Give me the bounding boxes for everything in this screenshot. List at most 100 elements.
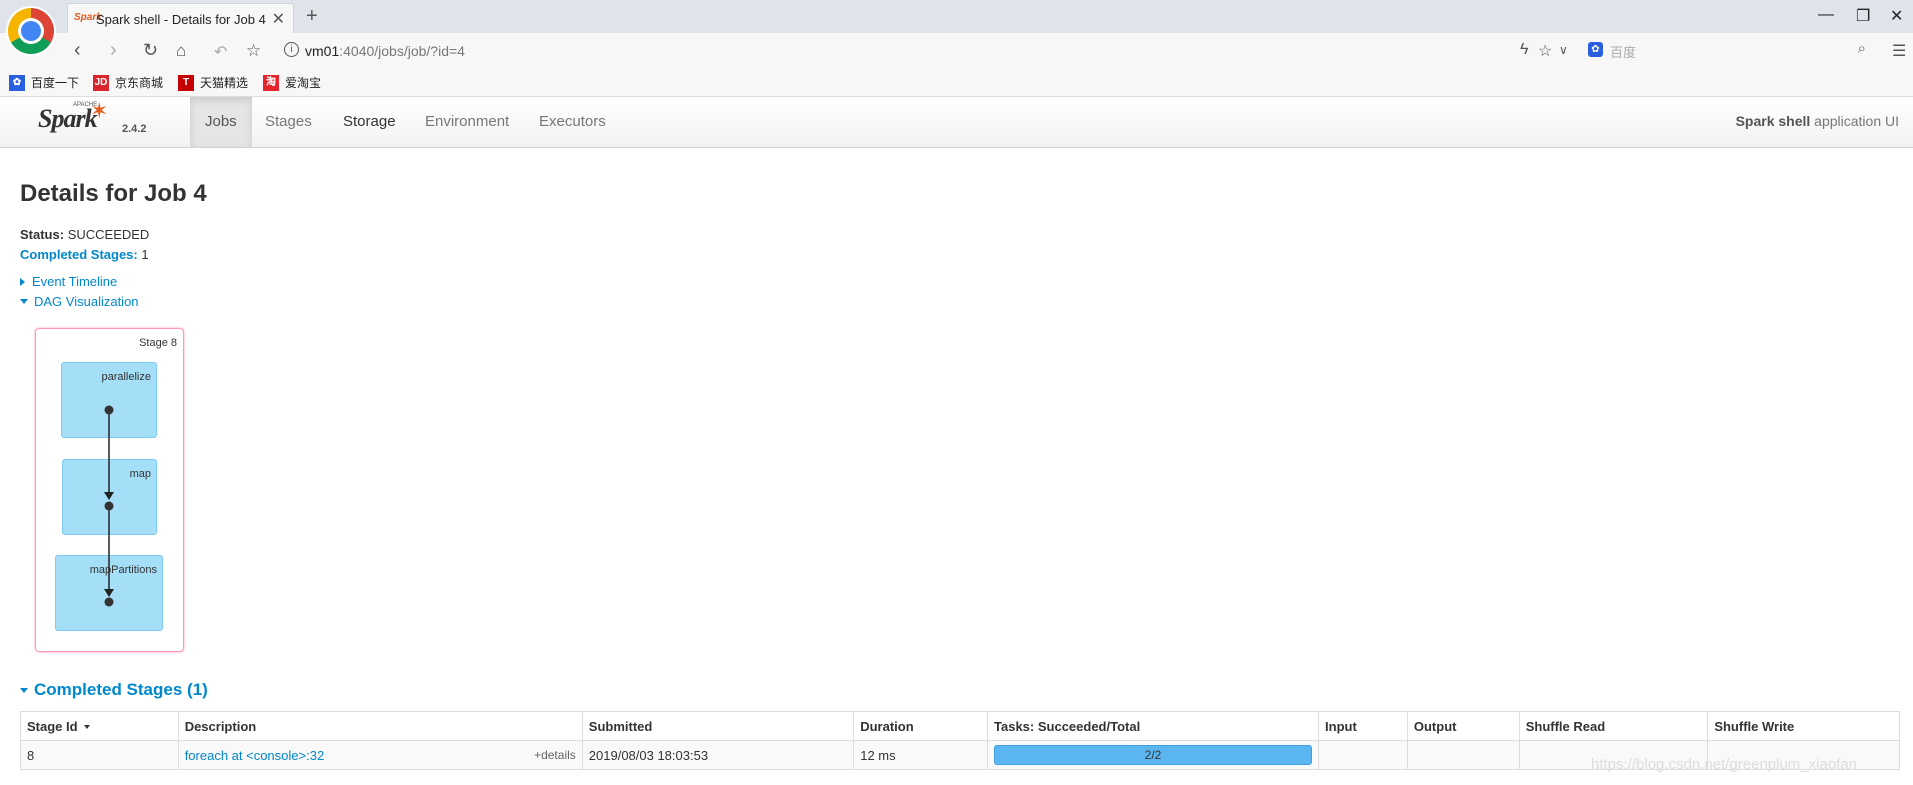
cell-tasks: 2/2 bbox=[987, 740, 1320, 770]
cell-submitted: 2019/08/03 18:03:53 bbox=[581, 740, 855, 770]
bookmark-label: 天猫精选 bbox=[200, 76, 249, 90]
restore-icon[interactable]: ❐ bbox=[1856, 6, 1870, 26]
minimize-icon[interactable]: — bbox=[1818, 6, 1834, 24]
spark-logo[interactable]: APACHE ✶ Spark bbox=[38, 98, 108, 134]
bookmark-label: 百度一下 bbox=[31, 76, 80, 90]
watermark: https://blog.csdn.net/greenplum_xiaofan bbox=[1591, 756, 1858, 773]
bookmark-taobao[interactable]: 淘爱淘宝 bbox=[263, 74, 321, 91]
event-timeline-label: Event Timeline bbox=[32, 274, 118, 289]
sort-down-icon bbox=[83, 725, 90, 730]
header-output[interactable]: Output bbox=[1406, 711, 1520, 741]
url-path: :4040/jobs/job/?id=4 bbox=[339, 43, 465, 59]
spark-version: 2.4.2 bbox=[122, 123, 147, 135]
dag-visualization-toggle[interactable]: DAG Visualization bbox=[20, 294, 139, 309]
chevron-down-icon[interactable]: ∨ bbox=[1559, 43, 1568, 57]
cell-output bbox=[1406, 740, 1520, 770]
bookmark-label: 京东商城 bbox=[115, 76, 164, 90]
tab-executors[interactable]: Executors bbox=[524, 97, 621, 147]
cell-stage-id: 8 bbox=[20, 740, 179, 770]
caret-down-icon bbox=[20, 299, 28, 304]
header-label: Stage Id bbox=[27, 718, 78, 734]
bookmark-jd[interactable]: JD 京东商城 bbox=[93, 74, 163, 91]
cell-input bbox=[1318, 740, 1408, 770]
close-window-icon[interactable]: ✕ bbox=[1890, 6, 1903, 26]
reload-icon[interactable]: ↻ bbox=[143, 40, 158, 61]
baidu-icon: ✿ bbox=[1588, 42, 1603, 57]
search-input[interactable]: 百度 bbox=[1610, 42, 1636, 61]
page-title: Details for Job 4 bbox=[20, 180, 207, 207]
completed-stages-link[interactable]: Completed Stages: bbox=[20, 247, 138, 262]
tab-environment[interactable]: Environment bbox=[410, 97, 524, 147]
tasks-progress-label: 2/2 bbox=[1144, 748, 1162, 762]
spark-logo-word: Spark bbox=[38, 104, 98, 133]
bookmark-baidu[interactable]: ✿ 百度一下 bbox=[9, 74, 79, 91]
header-duration[interactable]: Duration bbox=[853, 711, 989, 741]
search-box[interactable]: ✿ 百度 ⌕ bbox=[1584, 38, 1870, 62]
dag-rdd-dot[interactable] bbox=[104, 597, 114, 607]
browser-tab[interactable]: Spark Spark shell - Details for Job 4 ✕ bbox=[67, 3, 294, 34]
menu-icon[interactable]: ☰ bbox=[1892, 41, 1906, 61]
dag-visualization-label: DAG Visualization bbox=[34, 294, 139, 309]
dag-stage-cluster[interactable]: Stage 8 parallelize map mapPartitions bbox=[35, 328, 184, 652]
event-timeline-toggle[interactable]: Event Timeline bbox=[20, 274, 117, 289]
address-bar: ‹ › ↻ ⌂ ↶ ☆ i vm01:4040/jobs/job/?id=4 ϟ… bbox=[0, 33, 1913, 70]
job-summary: Status: SUCCEEDED Completed Stages: 1 bbox=[20, 225, 149, 265]
undo-icon[interactable]: ↶ bbox=[214, 42, 227, 62]
header-shuffle-write[interactable]: Shuffle Write bbox=[1707, 711, 1900, 741]
bookmark-star-icon[interactable]: ☆ bbox=[1538, 41, 1552, 61]
bookmark-label: 爱淘宝 bbox=[285, 76, 322, 90]
dag-rdd-dot[interactable] bbox=[104, 405, 114, 415]
spark-navbar: APACHE ✶ Spark 2.4.2 Jobs Stages Storage… bbox=[0, 97, 1913, 148]
site-info-icon[interactable]: i bbox=[284, 42, 299, 57]
status-value: SUCCEEDED bbox=[67, 227, 150, 242]
home-icon[interactable]: ⌂ bbox=[176, 41, 186, 61]
cell-description: foreach at <console>:32 +details bbox=[177, 740, 583, 770]
caret-down-icon bbox=[20, 687, 28, 693]
tab-close-icon[interactable]: ✕ bbox=[272, 9, 285, 29]
favorite-star-icon[interactable]: ☆ bbox=[246, 41, 261, 61]
completed-stages-title: Completed Stages (1) bbox=[34, 680, 208, 699]
new-tab-icon[interactable]: + bbox=[306, 5, 318, 28]
tab-title: Spark shell - Details for Job 4 bbox=[96, 12, 266, 27]
details-toggle[interactable]: +details bbox=[534, 748, 576, 762]
completed-stages-count: 1 bbox=[141, 247, 149, 262]
jd-icon: JD bbox=[93, 74, 109, 91]
spark-star-icon: ✶ bbox=[90, 98, 109, 123]
tab-jobs[interactable]: Jobs bbox=[190, 97, 252, 147]
status-label: Status: bbox=[20, 227, 65, 242]
dag-rdd-dot[interactable] bbox=[104, 501, 114, 511]
baidu-icon: ✿ bbox=[9, 74, 25, 91]
tab-stages[interactable]: Stages bbox=[250, 97, 327, 147]
bookmarks-bar: ✿ 百度一下 JD 京东商城 T 天猫精选 淘爱淘宝 bbox=[0, 69, 1913, 97]
dag-edges bbox=[104, 405, 114, 607]
lightning-icon[interactable]: ϟ bbox=[1520, 41, 1528, 59]
url-field[interactable]: vm01:4040/jobs/job/?id=4 bbox=[305, 43, 465, 59]
table-header-row: Stage Id Description Submitted Duration … bbox=[20, 711, 1900, 741]
completed-stages-toggle[interactable]: Completed Stages (1) bbox=[20, 680, 208, 700]
url-host: vm01 bbox=[305, 43, 340, 59]
header-input[interactable]: Input bbox=[1318, 711, 1408, 741]
header-shuffle-read[interactable]: Shuffle Read bbox=[1518, 711, 1709, 741]
header-submitted[interactable]: Submitted bbox=[581, 711, 855, 741]
taobao-icon: 淘 bbox=[263, 74, 279, 91]
tasks-progress-bar: 2/2 bbox=[994, 745, 1313, 765]
app-suffix: application UI bbox=[1814, 113, 1899, 129]
browser-tab-bar: Spark Spark shell - Details for Job 4 ✕ … bbox=[0, 0, 1913, 34]
stage-description-link[interactable]: foreach at <console>:32 bbox=[185, 748, 325, 763]
header-tasks[interactable]: Tasks: Succeeded/Total bbox=[987, 711, 1320, 741]
tmall-icon: T bbox=[178, 74, 194, 91]
dag-arrow bbox=[104, 589, 114, 597]
forward-icon[interactable]: › bbox=[110, 39, 117, 62]
header-stage-id[interactable]: Stage Id bbox=[20, 711, 179, 741]
caret-right-icon bbox=[20, 277, 25, 286]
cell-duration: 12 ms bbox=[853, 740, 989, 770]
tab-storage[interactable]: Storage bbox=[328, 97, 411, 147]
browser-logo-icon[interactable] bbox=[8, 8, 54, 54]
header-description[interactable]: Description bbox=[177, 711, 583, 741]
back-icon[interactable]: ‹ bbox=[74, 39, 81, 62]
dag-arrow bbox=[104, 492, 114, 500]
bookmark-tmall[interactable]: T 天猫精选 bbox=[178, 74, 248, 91]
app-name: Spark shell bbox=[1735, 113, 1811, 129]
search-icon[interactable]: ⌕ bbox=[1858, 40, 1866, 57]
app-ui-label: Spark shell application UI bbox=[1736, 113, 1899, 129]
